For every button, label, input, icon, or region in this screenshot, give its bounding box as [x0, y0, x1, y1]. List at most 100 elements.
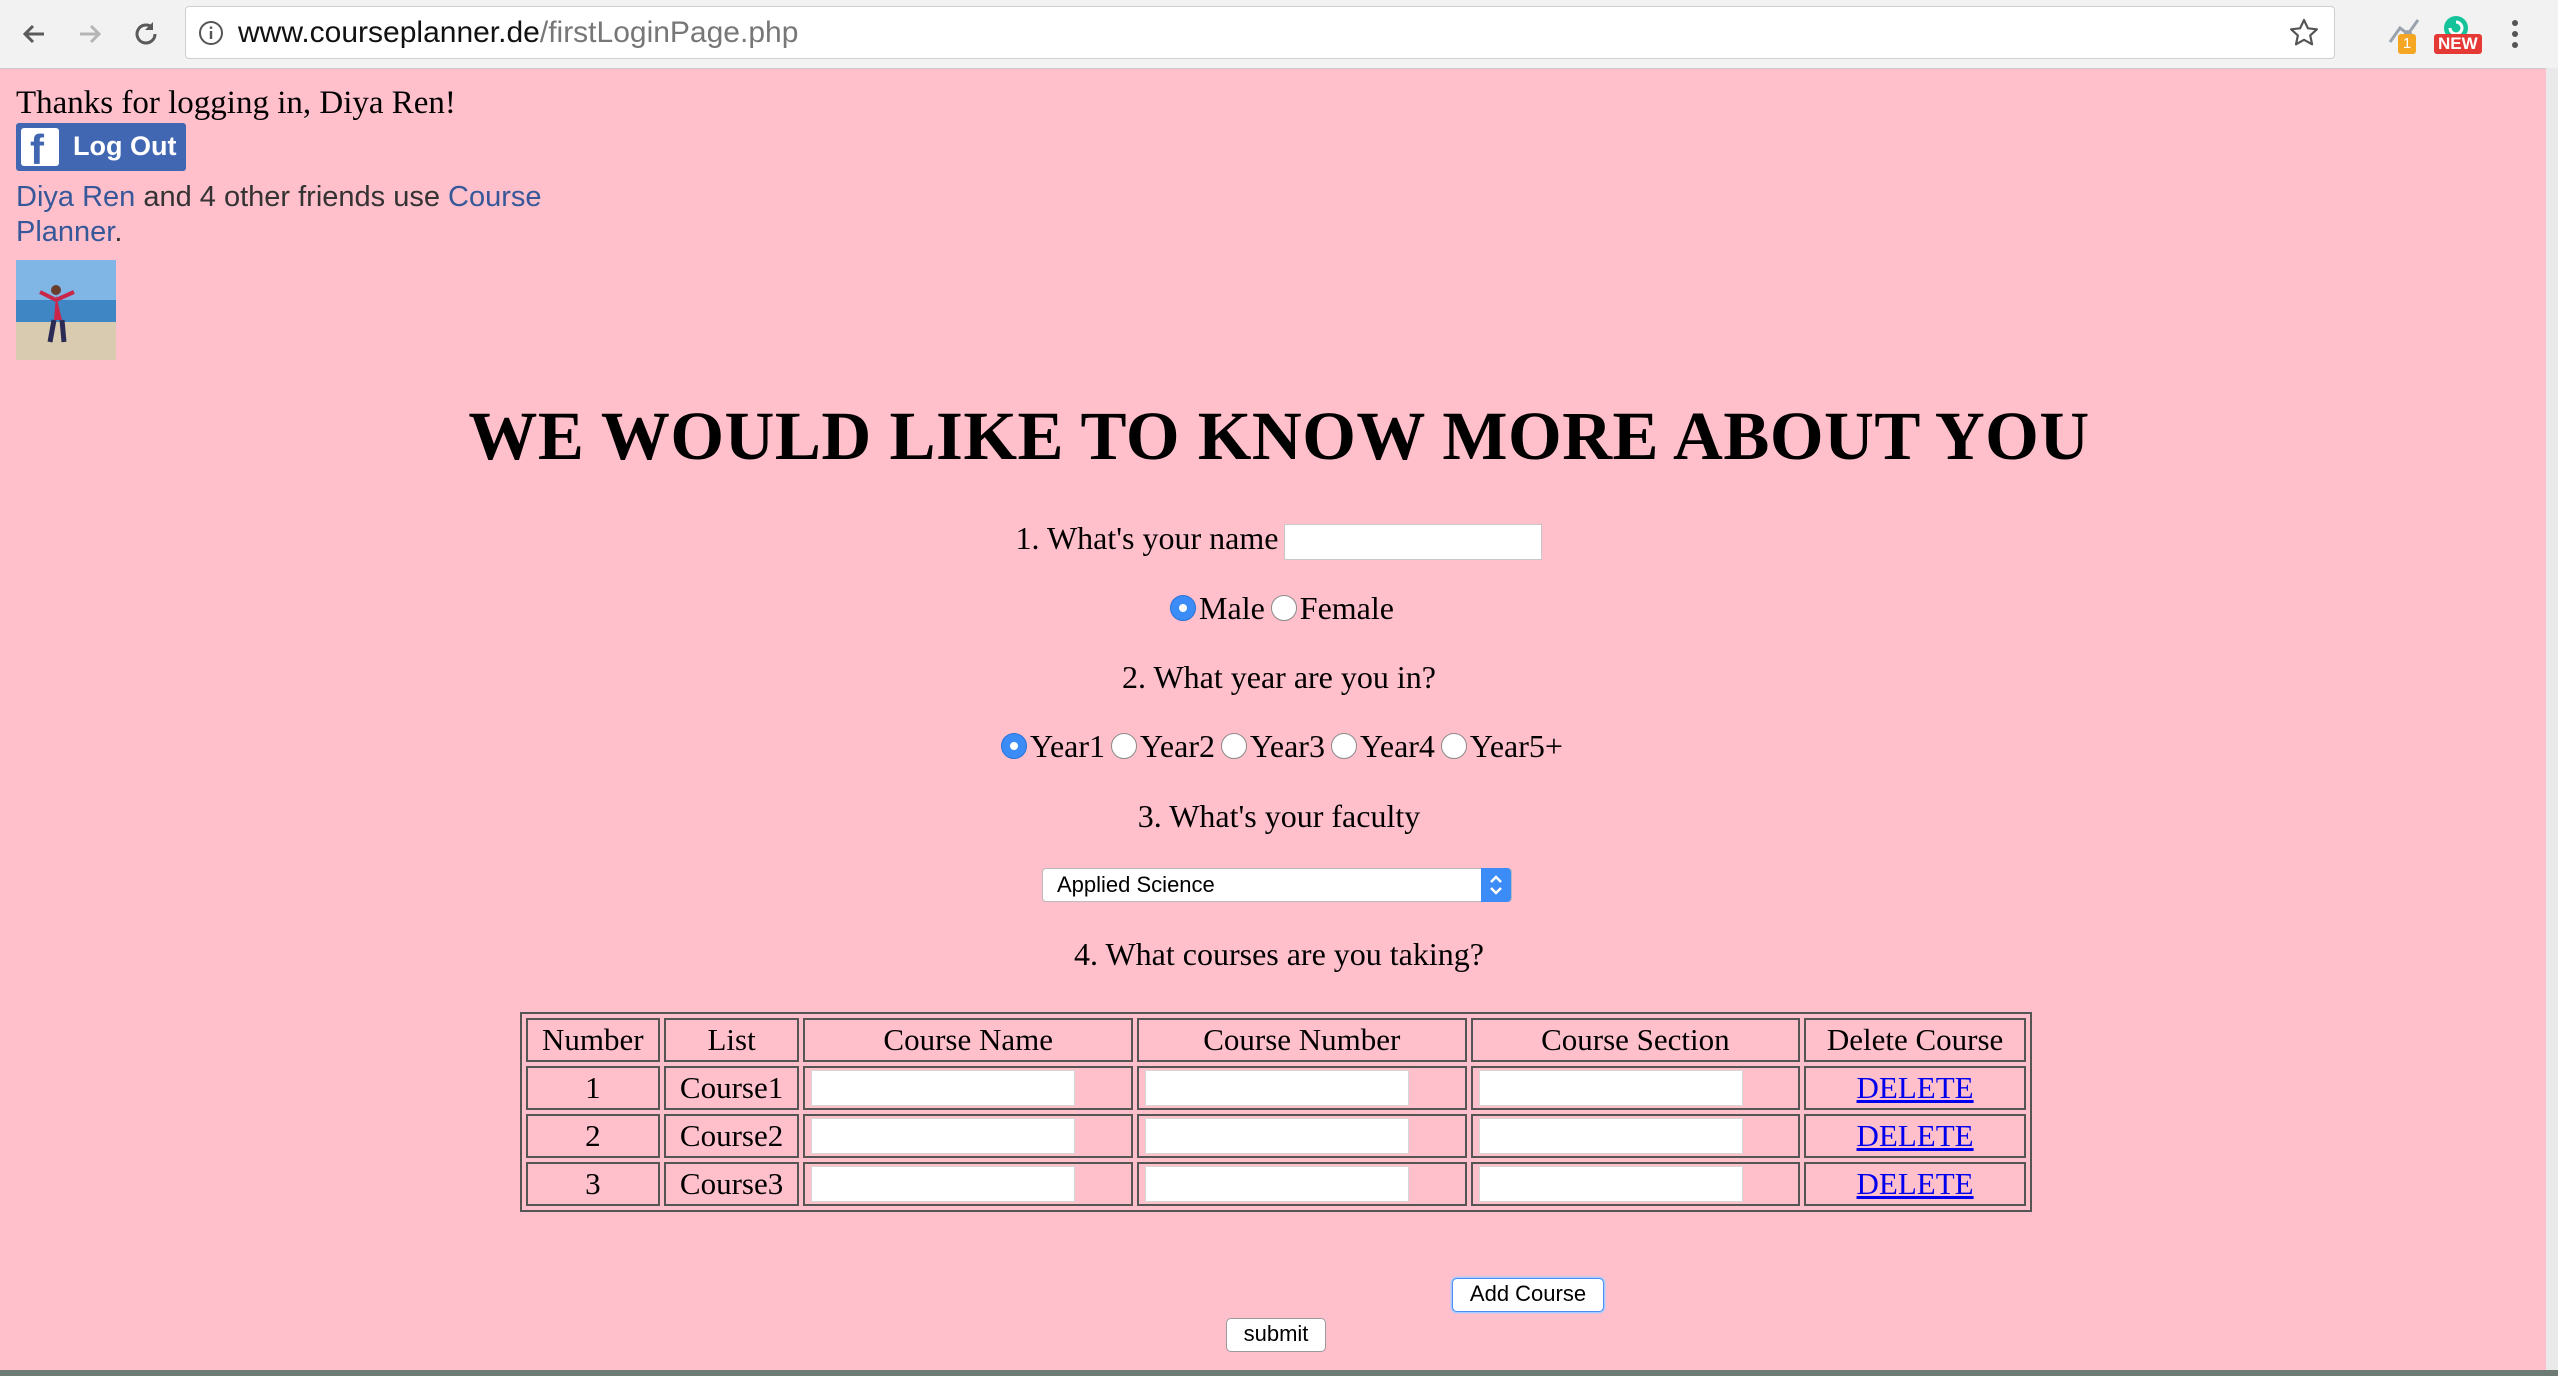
course-name-input[interactable] [811, 1166, 1076, 1202]
gender-option[interactable]: Male [1164, 589, 1265, 627]
year-options: Year1 Year2 Year3 Year4 Year5+ [0, 727, 2558, 765]
login-greeting: Thanks for logging in, Diya Ren! [16, 85, 456, 121]
facebook-logout-button[interactable]: f Log Out [16, 123, 186, 173]
url-host: www.courseplanner.de [238, 16, 540, 49]
courses-table: Number List Course Name Course Number Co… [520, 1012, 2032, 1212]
url-text: www.courseplanner.de/firstLoginPage.php [238, 17, 798, 49]
name-input[interactable] [1284, 523, 1543, 560]
question-name: 1. What's your name [0, 519, 2558, 560]
gender-options: Male Female [0, 589, 2558, 627]
friends-period: . [114, 216, 123, 248]
delete-cell: DELETE [1804, 1162, 2026, 1206]
course-section-cell [1470, 1114, 1801, 1158]
site-info-icon[interactable] [198, 20, 224, 46]
select-arrows-icon[interactable] [1481, 868, 1511, 902]
year-option-label: Year1 [1030, 728, 1106, 764]
profile-avatar [16, 260, 116, 360]
course-section-input[interactable] [1478, 1166, 1743, 1202]
question-courses: 4. What courses are you taking? [1074, 936, 1484, 972]
question-name-label: 1. What's your name [1015, 520, 1279, 556]
course-number-cell [1137, 1066, 1467, 1110]
row-number: 1 [526, 1066, 660, 1110]
question-faculty: 3. What's your faculty [1137, 798, 1421, 834]
course-number-input[interactable] [1145, 1118, 1409, 1154]
table-header-row: Number List Course Name Course Number Co… [526, 1018, 2026, 1062]
year-option-label: Year3 [1249, 728, 1325, 764]
course-section-cell [1470, 1162, 1801, 1206]
reload-icon[interactable] [124, 12, 168, 56]
row-list: Course3 [663, 1162, 800, 1206]
back-arrow-icon[interactable] [12, 12, 56, 56]
row-number: 3 [526, 1162, 660, 1206]
delete-cell: DELETE [1804, 1066, 2026, 1110]
col-header-course-section: Course Section [1470, 1018, 1801, 1062]
browser-toolbar: www.courseplanner.de/firstLoginPage.php … [0, 0, 2558, 69]
bookmark-star-icon[interactable] [2288, 17, 2320, 49]
url-path: /firstLoginPage.php [539, 16, 799, 49]
year-option[interactable]: Year5+ [1435, 727, 1563, 765]
course-section-input[interactable] [1478, 1070, 1743, 1106]
year-radio[interactable] [1440, 733, 1467, 759]
course-name-input[interactable] [811, 1070, 1076, 1106]
course-number-cell [1137, 1114, 1467, 1158]
year-radio[interactable] [1220, 733, 1247, 759]
delete-cell: DELETE [1804, 1114, 2026, 1158]
window-edge [2546, 68, 2558, 1376]
col-header-number: Number [526, 1018, 660, 1062]
window-bottom-edge [0, 1370, 2558, 1376]
submit-button[interactable]: submit [1226, 1318, 1326, 1352]
faculty-selected-value: Applied Science [1057, 872, 1215, 897]
row-list: Course2 [663, 1114, 800, 1158]
year-option[interactable]: Year1 [995, 727, 1105, 765]
extension-count-badge: 1 [2398, 34, 2416, 54]
course-number-input[interactable] [1145, 1070, 1409, 1106]
question-year: 2. What year are you in? [1122, 659, 1436, 695]
add-course-button[interactable]: Add Course [1452, 1278, 1604, 1312]
gender-radio[interactable] [1270, 595, 1297, 621]
friends-text: and 4 other friends use [135, 181, 449, 213]
new-badge: NEW [2434, 34, 2482, 54]
friend-name-link[interactable]: Diya Ren [16, 181, 135, 213]
friends-use-app-text: Diya Ren and 4 other friends use Course … [16, 180, 556, 250]
year-radio[interactable] [1111, 733, 1138, 759]
course-section-input[interactable] [1478, 1118, 1743, 1154]
col-header-course-number: Course Number [1137, 1018, 1467, 1062]
delete-link[interactable]: DELETE [1857, 1166, 1974, 1201]
logout-label: Log Out [73, 131, 177, 161]
course-name-input[interactable] [811, 1118, 1076, 1154]
course-number-input[interactable] [1145, 1166, 1409, 1202]
faculty-select[interactable]: Applied Science [1042, 868, 1512, 902]
address-bar[interactable]: www.courseplanner.de/firstLoginPage.php [185, 6, 2335, 59]
year-option-label: Year4 [1359, 728, 1435, 764]
col-header-list: List [663, 1018, 800, 1062]
table-row: 1 Course1 DELETE [526, 1066, 2026, 1110]
year-option-label: Year5+ [1469, 728, 1563, 764]
col-header-delete: Delete Course [1804, 1018, 2026, 1062]
course-number-cell [1137, 1162, 1467, 1206]
gender-option-label: Female [1299, 590, 1394, 626]
gender-option[interactable]: Female [1265, 589, 1394, 627]
course-section-cell [1470, 1066, 1801, 1110]
year-option[interactable]: Year4 [1325, 727, 1435, 765]
gender-option-label: Male [1199, 590, 1265, 626]
facebook-logo-icon: f [21, 126, 59, 173]
page-heading: WE WOULD LIKE TO KNOW MORE ABOUT YOU [468, 398, 2090, 474]
year-option-label: Year2 [1140, 728, 1215, 764]
course-name-cell [803, 1114, 1133, 1158]
year-radio[interactable] [1001, 733, 1028, 759]
menu-dots-icon[interactable] [2500, 12, 2530, 56]
table-row: 3 Course3 DELETE [526, 1162, 2026, 1206]
row-number: 2 [526, 1114, 660, 1158]
course-name-cell [803, 1162, 1133, 1206]
row-list: Course1 [663, 1066, 800, 1110]
gender-radio[interactable] [1170, 595, 1197, 621]
year-radio[interactable] [1330, 733, 1357, 759]
delete-link[interactable]: DELETE [1857, 1070, 1974, 1105]
year-option[interactable]: Year2 [1105, 727, 1215, 765]
forward-arrow-icon[interactable] [68, 12, 112, 56]
delete-link[interactable]: DELETE [1857, 1118, 1974, 1153]
course-name-cell [803, 1066, 1133, 1110]
table-row: 2 Course2 DELETE [526, 1114, 2026, 1158]
col-header-course-name: Course Name [803, 1018, 1133, 1062]
year-option[interactable]: Year3 [1215, 727, 1325, 765]
